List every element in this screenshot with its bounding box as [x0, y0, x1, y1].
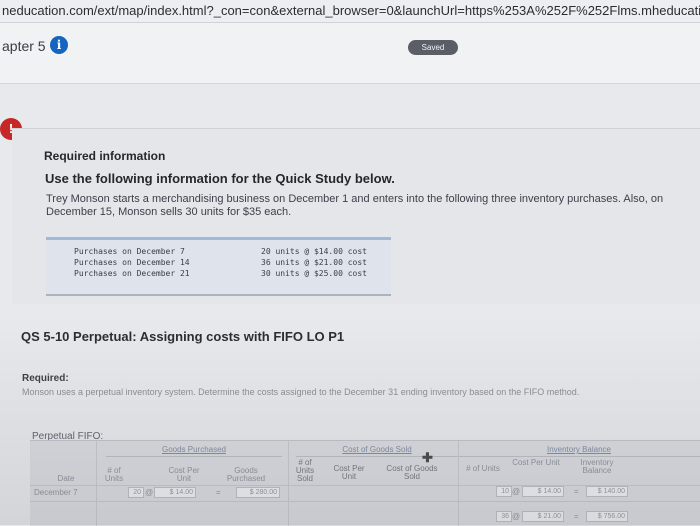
- inventory-balance-column-header: Inventory Balance: [580, 458, 614, 475]
- goods-purchased-column-header: Goods Purchased: [226, 466, 266, 483]
- cogs-cost-per-unit-column-header: Cost Per Unit: [333, 464, 365, 481]
- purchase-label: Purchases on December 14: [74, 258, 190, 267]
- cost-of-goods-sold-column-header: Cost of Goods Sold: [386, 464, 438, 481]
- goods-purchased-value: $ 280.00: [236, 487, 280, 498]
- question-title: QS 5-10 Perpetual: Assigning costs with …: [21, 329, 345, 344]
- required-info-body: Trey Monson starts a merchandising busin…: [46, 193, 664, 218]
- balance-cost-per-unit-input[interactable]: $ 21.00: [522, 511, 564, 522]
- balance-units-input[interactable]: 10: [496, 486, 512, 497]
- purchase-detail: 36 units @ $21.00 cost: [261, 258, 367, 267]
- row-date: December 7: [34, 488, 78, 497]
- units-column-header: # of Units: [104, 466, 124, 483]
- units-input[interactable]: 20: [128, 487, 144, 498]
- inventory-balance-value: $ 140.00: [586, 486, 628, 497]
- equals-symbol: =: [574, 512, 579, 521]
- purchase-label: Purchases on December 7: [74, 247, 185, 256]
- required-info-subtitle: Use the following information for the Qu…: [45, 171, 395, 186]
- at-symbol: @: [512, 487, 521, 496]
- purchase-detail: 20 units @ $14.00 cost: [261, 247, 367, 256]
- inventory-cost-per-unit-column-header: Cost Per Unit: [512, 458, 560, 467]
- inventory-balance-group-header: Inventory Balance: [458, 445, 700, 457]
- inventory-balance-value: $ 756.00: [586, 511, 628, 522]
- plus-icon[interactable]: ✚: [422, 450, 433, 466]
- purchases-box: Purchases on December 7 20 units @ $14.0…: [46, 237, 391, 296]
- saved-status-badge: Saved: [408, 40, 458, 55]
- cost-per-unit-input[interactable]: $ 14.00: [154, 487, 196, 498]
- equals-symbol: =: [574, 487, 579, 496]
- required-text: Monson uses a perpetual inventory system…: [22, 387, 580, 397]
- fifo-table: Goods Purchased Cost of Goods Sold Inven…: [30, 440, 700, 526]
- info-icon[interactable]: i: [50, 36, 68, 54]
- assignment-header: apter 5 i Saved: [0, 23, 700, 84]
- required-label: Required:: [22, 373, 69, 384]
- purchase-detail: 30 units @ $25.00 cost: [261, 269, 367, 278]
- at-symbol: @: [145, 488, 154, 497]
- cost-per-unit-column-header: Cost Per Unit: [168, 466, 200, 483]
- purchase-label: Purchases on December 21: [74, 269, 190, 278]
- balance-cost-per-unit-input[interactable]: $ 14.00: [522, 486, 564, 497]
- equals-symbol: =: [216, 488, 221, 497]
- balance-units-input[interactable]: 36: [496, 511, 512, 522]
- date-column-header: Date: [57, 474, 75, 483]
- required-info-title: Required information: [44, 149, 166, 163]
- cost-of-goods-sold-group-header: Cost of Goods Sold: [296, 445, 458, 457]
- units-sold-column-header: # of Units Sold: [295, 458, 315, 483]
- chapter-title: apter 5: [2, 38, 46, 54]
- at-symbol: @: [512, 512, 521, 521]
- goods-purchased-group-header: Goods Purchased: [106, 445, 282, 457]
- address-bar[interactable]: neducation.com/ext/map/index.html?_con=c…: [0, 0, 700, 23]
- inventory-units-column-header: # of Units: [466, 464, 500, 473]
- required-information-panel: Required information Use the following i…: [12, 128, 700, 304]
